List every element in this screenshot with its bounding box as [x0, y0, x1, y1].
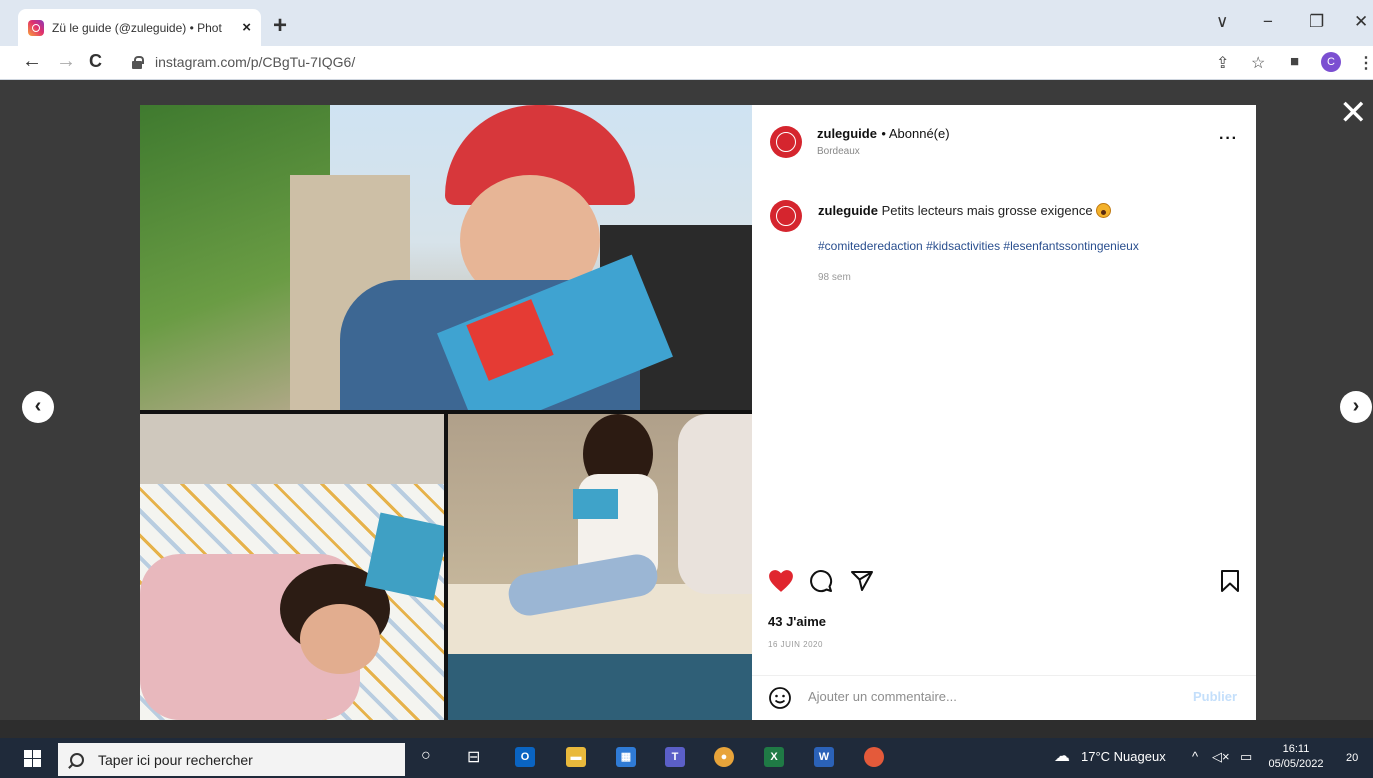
- save-bookmark-icon[interactable]: [1220, 569, 1240, 593]
- publish-button[interactable]: Publier: [1193, 689, 1237, 704]
- profile-avatar[interactable]: C: [1321, 52, 1341, 72]
- chrome-icon[interactable]: ●: [714, 747, 734, 767]
- browser-tab[interactable]: Zü le guide (@zuleguide) • Phot ×: [18, 9, 261, 46]
- caption-avatar[interactable]: [770, 200, 802, 232]
- comment-bar: Publier: [752, 675, 1256, 720]
- url-field[interactable]: instagram.com/p/CBgTu-7IQG6/: [155, 54, 355, 70]
- next-post-button[interactable]: ›: [1340, 391, 1372, 423]
- lock-icon[interactable]: [132, 56, 144, 69]
- post-photo[interactable]: [140, 105, 752, 720]
- like-heart-icon[interactable]: [768, 569, 794, 593]
- bookmark-star-icon[interactable]: ☆: [1251, 53, 1265, 73]
- taskbar-clock[interactable]: 16:11 05/05/2022: [1264, 742, 1328, 772]
- reload-icon[interactable]: C: [89, 51, 102, 72]
- photo-girls-poolside: [448, 414, 752, 720]
- word-icon[interactable]: W: [814, 747, 834, 767]
- post-actions: [768, 569, 1240, 599]
- photo-boy-reading: [140, 105, 752, 410]
- network-icon[interactable]: ▭: [1240, 749, 1252, 765]
- tab-close-button[interactable]: ×: [242, 19, 251, 36]
- post-date: 16 JUIN 2020: [768, 640, 823, 649]
- post-header: zuleguide • Abonné(e): [817, 125, 950, 143]
- window-close-button[interactable]: ✕: [1354, 12, 1368, 32]
- outlook-icon[interactable]: O: [515, 747, 535, 767]
- author-username[interactable]: zuleguide: [817, 126, 877, 141]
- teams-icon[interactable]: T: [665, 747, 685, 767]
- author-avatar[interactable]: [770, 126, 802, 158]
- taskbar-search[interactable]: Taper ici pour rechercher: [58, 743, 405, 776]
- caption-text: Petits lecteurs mais grosse exigence: [881, 203, 1093, 218]
- store-icon[interactable]: ▦: [616, 747, 636, 767]
- weather-text[interactable]: 17°C Nuageux: [1081, 749, 1166, 764]
- windows-taskbar: Taper ici pour rechercher ○ ⊟ O ▬ ▦ T ● …: [0, 738, 1373, 778]
- browser-tab-bar: Zü le guide (@zuleguide) • Phot × + ∨ − …: [0, 0, 1373, 46]
- follow-status: • Abonné(e): [881, 126, 950, 141]
- clock-date: 05/05/2022: [1268, 758, 1324, 770]
- comment-input[interactable]: [808, 689, 1168, 704]
- more-options-icon[interactable]: ···: [1219, 130, 1238, 148]
- post-details-panel: zuleguide • Abonné(e) Bordeaux ··· zuleg…: [752, 105, 1256, 720]
- close-modal-icon[interactable]: ✕: [1339, 96, 1368, 130]
- side-panel-icon[interactable]: ■: [1290, 53, 1299, 70]
- file-explorer-icon[interactable]: ▬: [566, 747, 586, 767]
- windows-start-icon[interactable]: [24, 750, 41, 767]
- clock-time: 16:11: [1282, 743, 1310, 755]
- caption: zuleguide Petits lecteurs mais grosse ex…: [818, 203, 1112, 218]
- chrome-profile-icon[interactable]: [864, 747, 884, 767]
- task-view-icon[interactable]: ⊟: [467, 747, 480, 767]
- new-tab-button[interactable]: +: [273, 12, 287, 40]
- caption-username[interactable]: zuleguide: [818, 203, 878, 218]
- cortana-icon[interactable]: ○: [421, 747, 431, 765]
- tab-title: Zü le guide (@zuleguide) • Phot: [52, 20, 222, 35]
- caption-hashtags[interactable]: #comitederedaction #kidsactivities #lese…: [818, 239, 1139, 253]
- maximize-button[interactable]: ❐: [1309, 12, 1324, 32]
- tray-chevron-icon[interactable]: ^: [1192, 749, 1198, 764]
- minimize-button[interactable]: −: [1263, 12, 1273, 32]
- volume-icon[interactable]: ◁×: [1212, 749, 1230, 765]
- instagram-icon: [28, 19, 44, 36]
- caption-time-ago: 98 sem: [818, 272, 851, 283]
- photo-girl-hammock: [140, 414, 444, 720]
- forward-arrow-icon[interactable]: →: [56, 50, 76, 73]
- taskbar-search-placeholder: Taper ici pour rechercher: [98, 751, 253, 768]
- search-icon: [70, 752, 84, 767]
- address-bar: ← → C instagram.com/p/CBgTu-7IQG6/ ⇪ ☆ ■…: [0, 46, 1373, 80]
- notifications-badge[interactable]: 20: [1346, 752, 1358, 764]
- weather-cloud-icon[interactable]: ☁: [1054, 746, 1070, 766]
- share-send-icon[interactable]: [850, 569, 874, 593]
- tab-search-icon[interactable]: ∨: [1216, 12, 1228, 32]
- share-icon[interactable]: ⇪: [1216, 53, 1229, 73]
- chrome-menu-icon[interactable]: ⋮: [1358, 53, 1373, 73]
- emoji-picker-icon[interactable]: [768, 686, 792, 710]
- previous-post-button[interactable]: ‹: [22, 391, 54, 423]
- astonished-emoji-icon: [1096, 203, 1112, 218]
- excel-icon[interactable]: X: [764, 747, 784, 767]
- likes-count[interactable]: 43 J'aime: [768, 614, 826, 629]
- page-bottom-strip: [0, 720, 1373, 738]
- comment-icon[interactable]: [809, 569, 833, 593]
- post-location[interactable]: Bordeaux: [817, 146, 860, 157]
- back-arrow-icon[interactable]: ←: [22, 50, 42, 73]
